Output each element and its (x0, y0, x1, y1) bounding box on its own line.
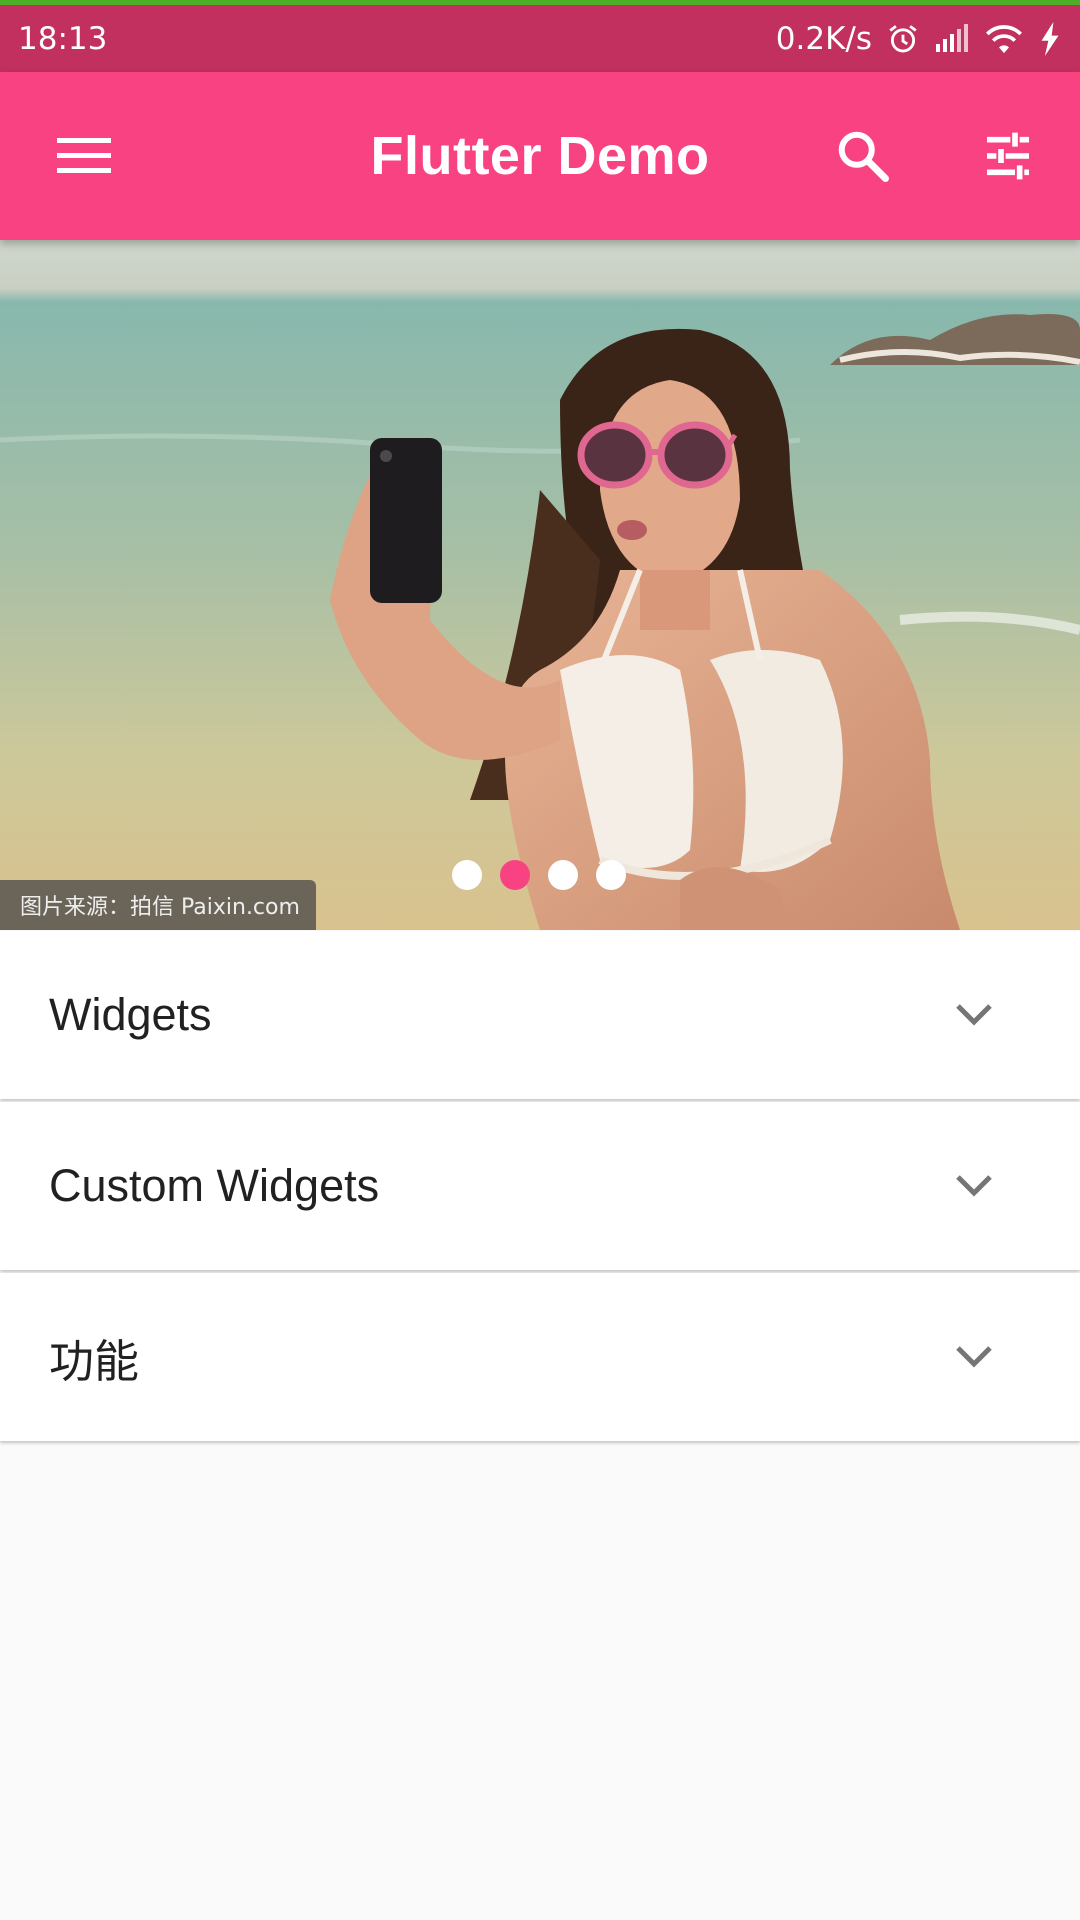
wifi-icon (984, 23, 1024, 55)
search-icon[interactable] (815, 108, 911, 204)
alarm-icon (886, 22, 920, 56)
carousel-dot[interactable] (452, 860, 482, 890)
status-bar: 18:13 0.2K/s (0, 5, 1080, 72)
expansion-panel-custom-widgets[interactable]: Custom Widgets (0, 1102, 1080, 1270)
panel-label: 功能 (49, 1335, 140, 1387)
carousel-dot-active[interactable] (500, 860, 530, 890)
panel-label: Widgets (49, 989, 212, 1040)
charging-icon (1038, 21, 1062, 56)
panel-label: Custom Widgets (49, 1160, 380, 1211)
signal-icon (934, 23, 970, 54)
menu-icon[interactable] (36, 108, 132, 204)
status-time: 18:13 (18, 20, 108, 57)
app-title: Flutter Demo (370, 126, 710, 186)
carousel-page-indicator (452, 860, 626, 890)
chevron-down-icon[interactable] (944, 1327, 1004, 1387)
status-icons: 0.2K/s (776, 21, 1062, 57)
network-speed: 0.2K/s (775, 20, 872, 57)
tune-icon[interactable] (960, 108, 1056, 204)
app-screen: 18:13 0.2K/s Flutter Demo 图片来源：拍信 Paixin… (0, 0, 1080, 1920)
carousel-dot[interactable] (596, 860, 626, 890)
expansion-panel-features[interactable]: 功能 (0, 1273, 1080, 1441)
image-carousel[interactable]: 图片来源：拍信 Paixin.com (0, 240, 1080, 930)
carousel-dot[interactable] (548, 860, 578, 890)
image-source-caption: 图片来源：拍信 Paixin.com (0, 880, 316, 930)
chevron-down-icon[interactable] (944, 985, 1004, 1045)
expansion-panel-widgets[interactable]: Widgets (0, 931, 1080, 1099)
carousel-photo (0, 240, 1080, 930)
chevron-down-icon[interactable] (944, 1156, 1004, 1216)
app-bar: Flutter Demo (0, 72, 1080, 240)
top-indicator-line (0, 0, 1080, 5)
